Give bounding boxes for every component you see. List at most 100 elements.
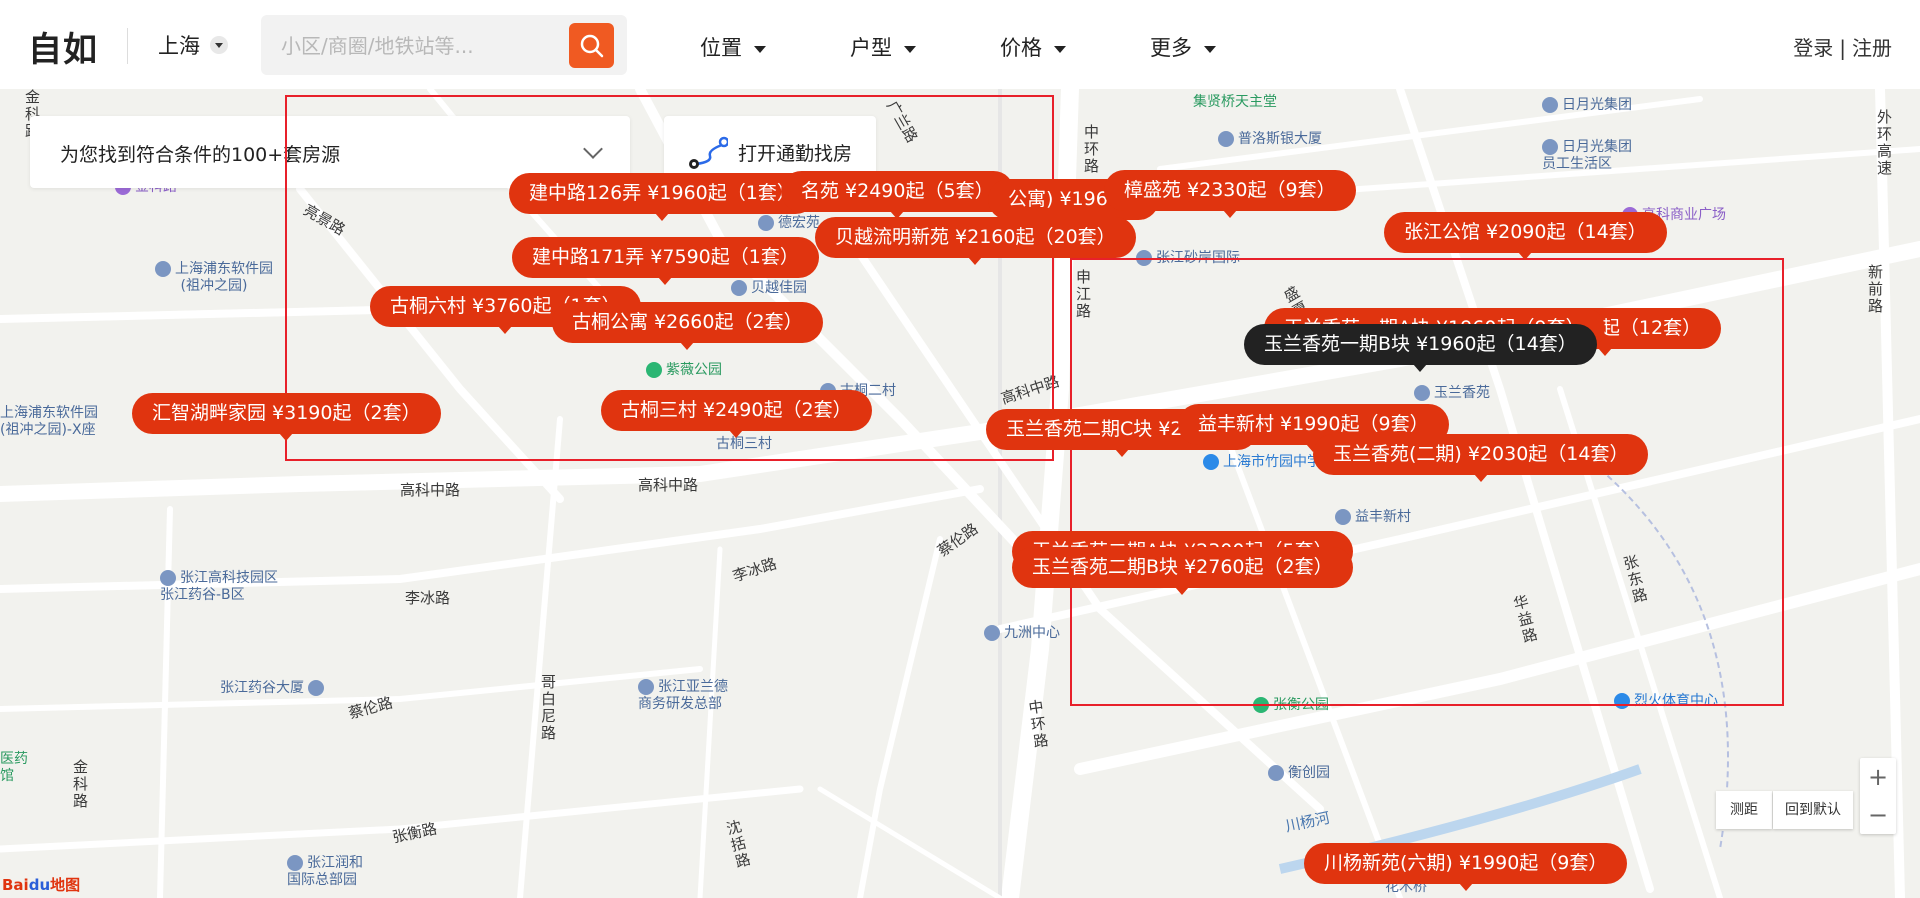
poi-label: 日月光集团 <box>1562 97 1632 113</box>
map-canvas[interactable]: 亮景路 广兰路 中环路 申江路 高科中路 高科中路 高科中路 李冰路 李冰路 蔡… <box>0 89 1920 898</box>
poi-building[interactable]: 日月光集团 员工生活区 <box>1542 139 1632 173</box>
poi-office[interactable]: 上海浦东软件园 (祖冲之园)-X座 <box>0 405 98 439</box>
poi-label: 贝越佳园 <box>751 280 807 296</box>
register-link[interactable]: 注册 <box>1852 36 1892 60</box>
poi-park[interactable]: 紫薇公园 <box>646 362 722 379</box>
building-icon <box>984 625 1000 641</box>
poi-residence[interactable]: 古桐三村 <box>716 436 772 453</box>
listing-marker[interactable]: 名苑 ¥2490起（5套） <box>781 171 1014 219</box>
park-icon <box>1253 697 1269 713</box>
listing-marker[interactable]: 樟盛苑 ¥2330起（9套） <box>1104 170 1356 218</box>
road-label: 高科中路 <box>400 481 461 499</box>
poi-label: 医药 馆 <box>0 751 28 784</box>
measure-distance-button[interactable]: 测距 <box>1716 791 1772 829</box>
search-input[interactable] <box>279 29 553 63</box>
poi-building[interactable]: 普洛斯银大厦 <box>1218 131 1322 148</box>
ziroom-logo[interactable]: 自如 <box>28 22 98 71</box>
poi-label: 玉兰香苑 <box>1434 385 1490 401</box>
poi-label: 上海市竹园中学 <box>1223 454 1321 470</box>
building-icon <box>308 680 324 696</box>
listing-marker[interactable]: 古桐公寓 ¥2660起（2套） <box>552 302 823 350</box>
road-label: 哥白尼路 <box>539 674 557 742</box>
poi-hospital[interactable]: 医药 馆 <box>0 751 28 785</box>
poi-label: 古桐三村 <box>716 436 772 452</box>
poi-label: 集贤桥天主堂 <box>1193 94 1277 110</box>
poi-office[interactable]: 张江亚兰德 商务研发总部 <box>638 679 728 713</box>
poi-building[interactable]: 张江砂岸国际 <box>1136 250 1240 267</box>
search-button[interactable] <box>569 23 614 68</box>
listing-marker[interactable]: 建中路126弄 ¥1960起（1套） <box>509 173 816 221</box>
poi-label: 普洛斯银大厦 <box>1238 131 1322 147</box>
poi-office[interactable]: 衡创园 <box>1268 765 1330 782</box>
caret-down-icon <box>754 45 766 53</box>
poi-label: 九洲中心 <box>1004 625 1060 641</box>
listing-marker[interactable]: 贝越流明新苑 ¥2160起（20套） <box>815 217 1136 265</box>
poi-label: 张江高科技园区 张江药谷-B区 <box>160 570 278 603</box>
nav-price-label: 价格 <box>1000 36 1042 60</box>
nav-location[interactable]: 位置 <box>700 32 766 62</box>
caret-down-icon <box>1054 45 1066 53</box>
road-label: 李冰路 <box>405 589 451 607</box>
reset-view-button[interactable]: 回到默认 <box>1773 791 1853 829</box>
poi-park[interactable]: 张衡公园 <box>1253 697 1329 714</box>
road-label: 外环高速 <box>1875 109 1893 177</box>
sports-icon <box>1614 693 1630 709</box>
road-label: 金科路 <box>71 759 89 810</box>
baidu-map-logo[interactable]: Baidu地图 <box>2 874 80 895</box>
poi-office[interactable]: 张江高科技园区 张江药谷-B区 <box>160 570 278 604</box>
listing-marker[interactable]: 张江公馆 ¥2090起（14套） <box>1384 212 1667 260</box>
auth-separator: | <box>1839 36 1846 60</box>
nav-location-label: 位置 <box>700 36 742 60</box>
listing-marker-active[interactable]: 玉兰香苑一期B块 ¥1960起（14套） <box>1244 324 1597 372</box>
route-icon <box>689 136 728 169</box>
nav-price[interactable]: 价格 <box>1000 32 1066 62</box>
building-icon <box>1414 385 1430 401</box>
zoom-in-button[interactable]: + <box>1860 758 1896 796</box>
poi-residence[interactable]: 德宏苑 <box>758 215 820 232</box>
poi-residence[interactable]: 玉兰香苑 <box>1414 385 1490 402</box>
city-selector-label[interactable]: 上海 <box>158 30 200 60</box>
listing-marker[interactable]: 川杨新苑(六期) ¥1990起（9套） <box>1304 843 1628 891</box>
chevron-down-icon[interactable] <box>583 139 603 159</box>
building-icon <box>1542 97 1558 113</box>
poi-sports[interactable]: 烈火体育中心 <box>1614 693 1718 710</box>
school-icon <box>1203 454 1219 470</box>
poi-office[interactable]: 张江润和 国际总部园 <box>287 855 363 889</box>
building-icon <box>758 215 774 231</box>
nav-layout-label: 户型 <box>850 36 892 60</box>
caret-down-icon <box>1204 45 1216 53</box>
baidu-logo-part: 地图 <box>50 876 81 894</box>
poi-school[interactable]: 上海市竹园中学 <box>1203 454 1321 471</box>
building-icon <box>1268 765 1284 781</box>
poi-residence[interactable]: 贝越佳园 <box>731 280 807 297</box>
building-icon <box>155 261 171 277</box>
park-icon <box>646 362 662 378</box>
poi-building[interactable]: 日月光集团 <box>1542 97 1632 114</box>
nav-more-label: 更多 <box>1150 36 1192 60</box>
result-summary-text: 为您找到符合条件的100+套房源 <box>60 144 341 166</box>
road-label: 高科中路 <box>638 476 699 494</box>
login-link[interactable]: 登录 <box>1793 36 1833 60</box>
listing-marker[interactable]: 建中路171弄 ¥7590起（1套） <box>512 237 819 285</box>
poi-church[interactable]: 集贤桥天主堂 <box>1193 94 1277 111</box>
listing-marker[interactable]: 玉兰香苑(二期) ¥2030起（14套） <box>1313 434 1649 482</box>
poi-label: 衡创园 <box>1288 765 1330 781</box>
poi-office[interactable]: 九洲中心 <box>984 625 1060 642</box>
building-icon <box>638 679 654 695</box>
nav-layout[interactable]: 户型 <box>850 32 916 62</box>
listing-marker[interactable]: 汇智湖畔家园 ¥3190起（2套） <box>132 393 441 441</box>
poi-office[interactable]: 张江药谷大厦 <box>220 680 328 697</box>
city-dropdown-icon[interactable] <box>210 36 228 54</box>
caret-down-icon <box>904 45 916 53</box>
search-box <box>261 15 627 75</box>
listing-marker[interactable]: 玉兰香苑二期B块 ¥2760起（2套） <box>1012 547 1353 595</box>
poi-office[interactable]: 上海浦东软件园 (祖冲之园) <box>155 261 273 295</box>
header-divider <box>127 28 128 64</box>
poi-label: 张衡公园 <box>1273 697 1329 713</box>
nav-more[interactable]: 更多 <box>1150 32 1216 62</box>
poi-residence[interactable]: 益丰新村 <box>1335 509 1411 526</box>
listing-marker[interactable]: 古桐三村 ¥2490起（2套） <box>601 390 872 438</box>
baidu-logo-part: du <box>28 876 51 894</box>
poi-label: 益丰新村 <box>1355 509 1411 525</box>
zoom-out-button[interactable]: − <box>1860 796 1896 834</box>
